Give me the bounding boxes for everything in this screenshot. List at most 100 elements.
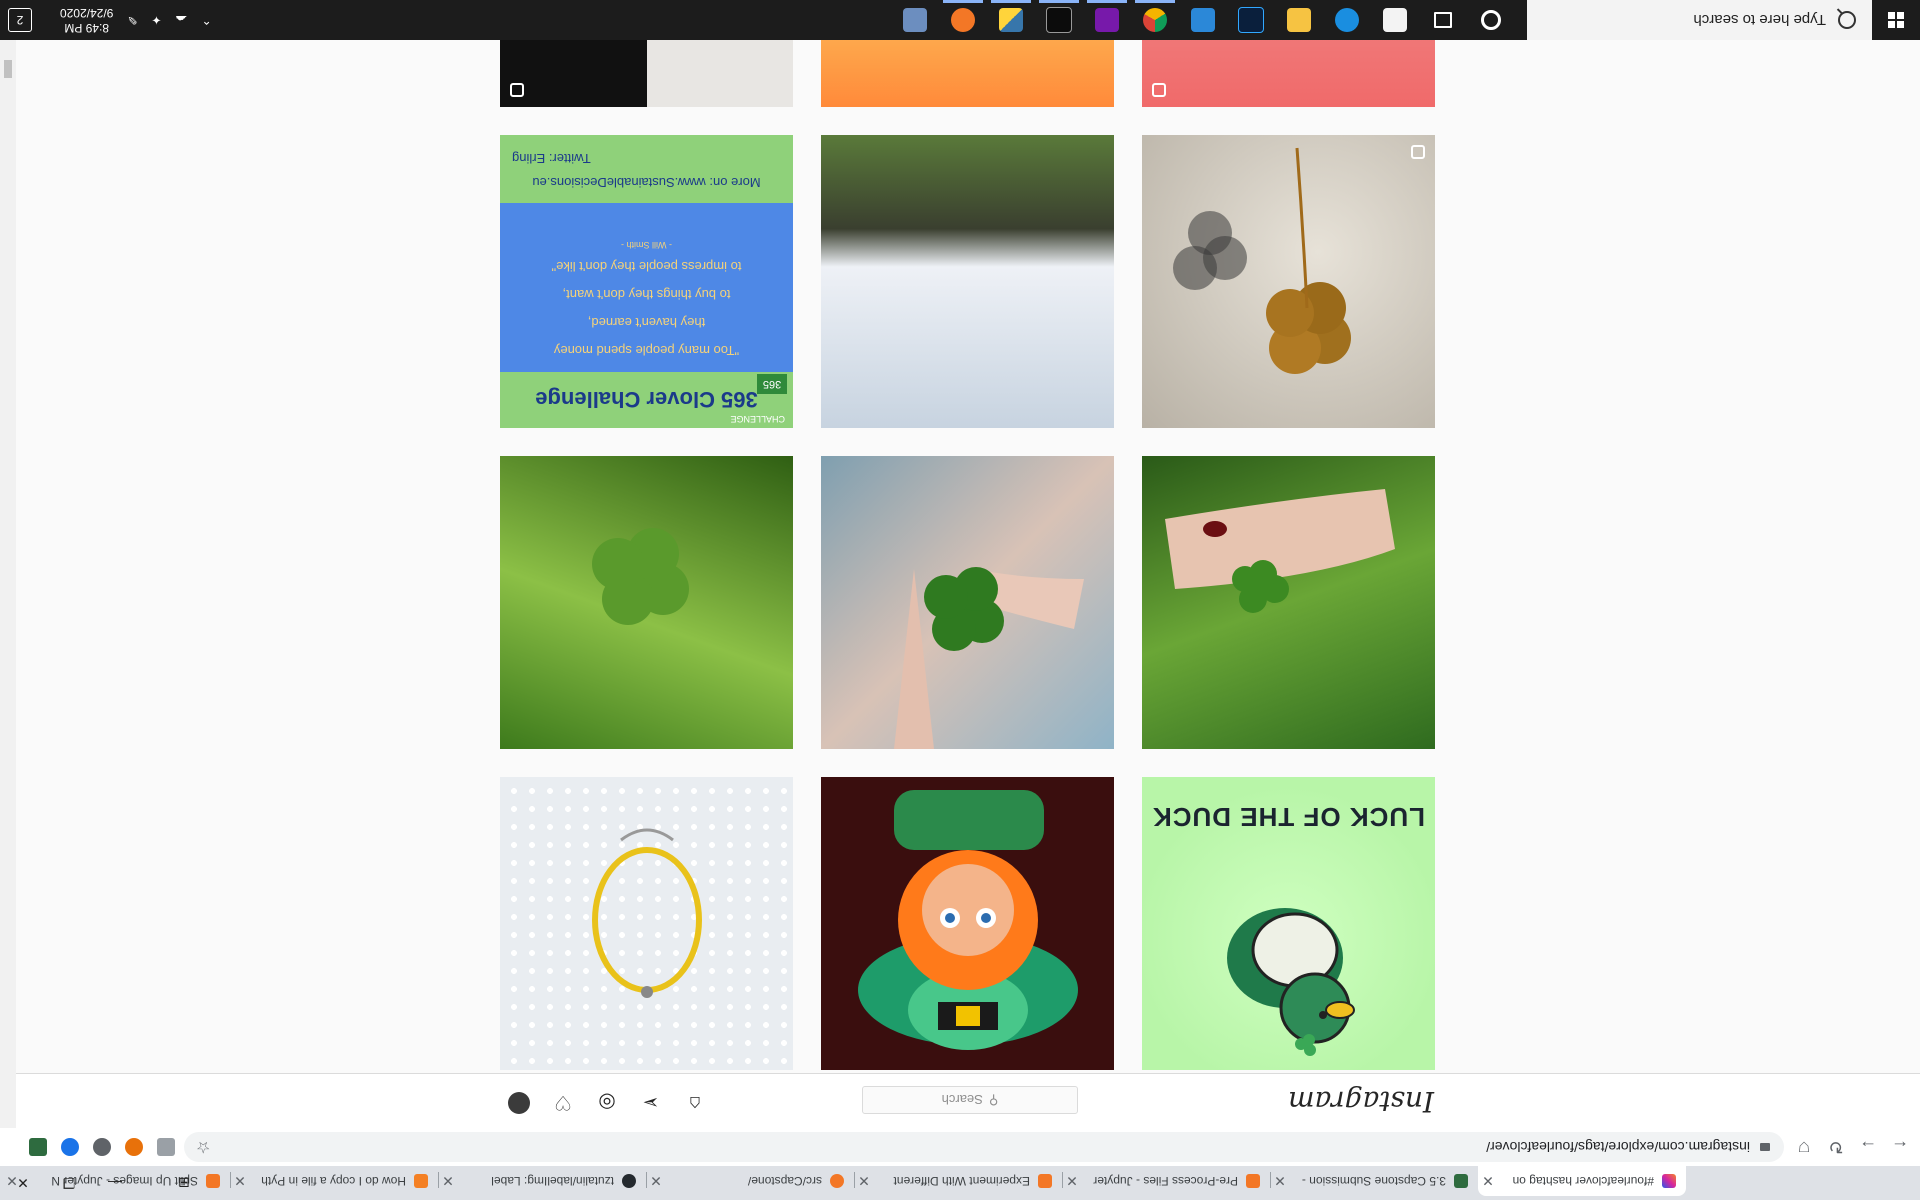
chrome-icon[interactable] — [1131, 0, 1179, 40]
tab-src-capstone[interactable]: src/Capstone/ ✕ — [646, 1166, 854, 1196]
page-scrollbar[interactable] — [0, 40, 16, 1128]
forward-button[interactable]: → — [1856, 1135, 1880, 1159]
post-orange[interactable] — [821, 40, 1114, 107]
scrollbar-thumb[interactable] — [4, 60, 12, 78]
heart-icon[interactable]: ♡ — [552, 1092, 574, 1114]
system-clock[interactable]: 8:49 PM 9/24/2020 — [60, 5, 113, 35]
ring-photo — [1142, 40, 1435, 107]
instagram-search-input[interactable]: ⚲ Search — [862, 1086, 1078, 1114]
close-tab-icon[interactable]: ✕ — [646, 1173, 666, 1190]
close-tab-icon[interactable]: ✕ — [854, 1173, 874, 1190]
window-minimize-button[interactable]: — — [92, 1166, 138, 1200]
leprechaun-illustration — [858, 790, 1078, 1050]
home-icon[interactable]: ⌂ — [684, 1092, 706, 1115]
post-grass-clover[interactable] — [500, 456, 793, 749]
close-tab-icon[interactable]: ✕ — [1062, 1173, 1082, 1190]
onenote-icon[interactable] — [1083, 0, 1131, 40]
post-hand-clover[interactable] — [1142, 456, 1435, 749]
cortana-icon[interactable] — [1467, 0, 1515, 40]
post-bracelet[interactable] — [500, 777, 793, 1070]
taskbar-apps — [891, 0, 1515, 40]
quote-line: they haven't earned, — [587, 315, 706, 330]
back-button[interactable]: ← — [1888, 1135, 1912, 1159]
direct-icon[interactable]: ➢ — [640, 1092, 662, 1114]
bracelet-image — [592, 828, 702, 998]
tab-search-icon[interactable]: ⊞ — [164, 1166, 204, 1200]
jupyter-favicon-icon — [206, 1174, 220, 1188]
close-tab-icon[interactable]: ✕ — [230, 1173, 250, 1190]
quote-footer: Twitter: Erling — [512, 151, 591, 166]
python-icon[interactable] — [987, 0, 1035, 40]
tab-instagram[interactable]: #fourleafclover hashtag on ✕ — [1478, 1166, 1686, 1196]
app-icon[interactable] — [891, 0, 939, 40]
explore-icon[interactable]: ◎ — [596, 1092, 618, 1114]
close-tab-icon[interactable]: ✕ — [1478, 1173, 1498, 1190]
notifications-button[interactable]: 2 — [8, 8, 32, 32]
extension-green-icon[interactable] — [29, 1138, 47, 1156]
tab-experiment[interactable]: Experiment With Different ✕ — [854, 1166, 1062, 1196]
windows-taskbar: Type here to search ⌃ ☁ ✦ ✎ 8:49 PM 9/24… — [0, 0, 1920, 40]
extension-x-icon[interactable] — [125, 1138, 143, 1156]
dried-clover-photo — [1173, 147, 1351, 374]
multiple-posts-icon — [1152, 83, 1166, 97]
tab-capstone[interactable]: 3.5 Capstone Submission - ✕ — [1270, 1166, 1478, 1196]
window-restore-button[interactable]: ❐ — [46, 1166, 92, 1200]
start-button[interactable] — [1872, 0, 1920, 40]
extension-blue-icon[interactable] — [61, 1138, 79, 1156]
extension-g-icon[interactable] — [157, 1138, 175, 1156]
badge-365: 365 — [757, 374, 787, 394]
taskbar-search-input[interactable]: Type here to search — [1527, 0, 1872, 40]
photos-icon[interactable] — [1179, 0, 1227, 40]
instagram-nav-icons: ⌂ ➢ ◎ ♡ — [508, 1092, 706, 1115]
instagram-favicon-icon — [1662, 1174, 1676, 1188]
instagram-page: Instagram ⚲ Search ⌂ ➢ ◎ ♡ LUCK OF THE D… — [16, 40, 1920, 1128]
tab-strip: #fourleafclover hashtag on ✕ 3.5 Capston… — [0, 1166, 1920, 1200]
github-favicon-icon — [622, 1174, 636, 1188]
chevron-up-icon[interactable]: ⌃ — [202, 13, 212, 27]
photoshop-icon[interactable] — [1227, 0, 1275, 40]
reload-button[interactable]: ↻ — [1824, 1135, 1848, 1159]
close-tab-icon[interactable]: ✕ — [438, 1173, 458, 1190]
post-snow-field[interactable] — [821, 135, 1114, 428]
bookmark-star-icon[interactable]: ☆ — [196, 1137, 210, 1157]
tab-preprocess[interactable]: Pre-Process Files - Jupyter ✕ — [1062, 1166, 1270, 1196]
file-explorer-icon[interactable] — [1275, 0, 1323, 40]
url-text: instagram.com/explore/tags/fourleafclove… — [1486, 1139, 1750, 1155]
clock-date: 9/24/2020 — [60, 6, 114, 20]
microsoft-store-icon[interactable] — [1371, 0, 1419, 40]
site-favicon-icon — [1454, 1174, 1468, 1188]
tab-title: src/Capstone/ — [747, 1174, 822, 1188]
close-tab-icon[interactable]: ✕ — [1270, 1173, 1290, 1190]
window-close-button[interactable]: ✕ — [0, 1166, 46, 1200]
avatar[interactable] — [508, 1092, 530, 1114]
extension-circle-icon[interactable] — [93, 1138, 111, 1156]
post-earrings[interactable] — [500, 40, 793, 107]
tab-labelimg[interactable]: tzutalin/labelImg: Label ✕ — [438, 1166, 646, 1196]
challenge-label: CHALLENGE — [730, 414, 785, 424]
address-bar[interactable]: instagram.com/explore/tags/fourleafclove… — [184, 1132, 1784, 1162]
terminal-icon[interactable] — [1035, 0, 1083, 40]
search-icon: ⚲ — [988, 1093, 999, 1108]
post-dried-clover[interactable] — [1142, 135, 1435, 428]
jupyter-favicon-icon — [830, 1174, 844, 1188]
post-caption: LUCK OF THE DUCK — [1151, 802, 1426, 832]
pen-icon[interactable]: ✎ — [127, 13, 137, 27]
instagram-logo[interactable]: Instagram — [1288, 1085, 1434, 1118]
tab-title: Experiment With Different — [893, 1174, 1031, 1188]
post-duck[interactable]: LUCK OF THE DUCK — [1142, 777, 1435, 1070]
task-view-icon[interactable] — [1419, 0, 1467, 40]
windows-logo-icon — [1888, 12, 1904, 28]
onedrive-icon[interactable]: ☁ — [176, 13, 188, 27]
dropbox-icon[interactable]: ✦ — [151, 13, 161, 27]
post-ring[interactable] — [1142, 40, 1435, 107]
instagram-header: Instagram ⚲ Search ⌂ ➢ ◎ ♡ — [16, 1073, 1920, 1128]
post-leprechaun[interactable] — [821, 777, 1114, 1070]
post-clover-fingers[interactable] — [821, 456, 1114, 749]
tab-stackoverflow[interactable]: How do I copy a file in Pyth ✕ — [230, 1166, 438, 1196]
shield-extension-icon[interactable]: ⛉ — [1792, 1135, 1816, 1159]
tab-title: Pre-Process Files - Jupyter — [1093, 1174, 1238, 1188]
tab-title: How do I copy a file in Pyth — [261, 1174, 406, 1188]
post-365-challenge[interactable]: 365 Clover Challenge CHALLENGE 365 "Too … — [500, 135, 793, 428]
jupyter-icon[interactable] — [939, 0, 987, 40]
edge-icon[interactable] — [1323, 0, 1371, 40]
